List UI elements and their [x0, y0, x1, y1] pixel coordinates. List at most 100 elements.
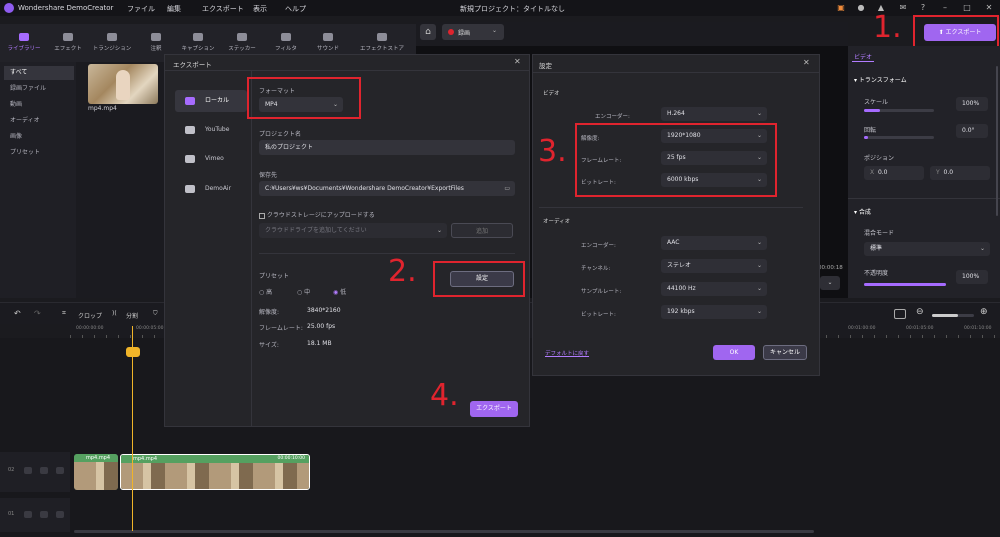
- preset-high-radio[interactable]: ○ 高: [259, 287, 272, 296]
- channel-select[interactable]: ステレオ ⌄: [661, 259, 767, 273]
- side-item-recordings[interactable]: 録画ファイル: [4, 82, 74, 96]
- eye-icon[interactable]: [40, 467, 48, 474]
- preset-low-radio[interactable]: ◉ 低: [333, 287, 346, 296]
- save-path-input[interactable]: C:¥Users¥ws¥Documents¥Wondershare DemoCr…: [259, 181, 515, 196]
- position-x-field[interactable]: X 0.0: [864, 166, 924, 180]
- side-item-audio[interactable]: オーディオ: [4, 114, 74, 128]
- folder-icon[interactable]: ▭: [504, 181, 510, 196]
- lock-icon[interactable]: [24, 467, 32, 474]
- scale-value[interactable]: 100%: [956, 97, 988, 111]
- opacity-slider[interactable]: [864, 283, 946, 286]
- speaker-icon[interactable]: [56, 511, 64, 518]
- playhead-handle[interactable]: [126, 347, 140, 357]
- reset-default-link[interactable]: デフォルトに戻す: [545, 349, 589, 357]
- tab-library[interactable]: ライブラリー: [2, 24, 46, 62]
- annotation-icon: [151, 33, 161, 41]
- app-title: Wondershare DemoCreator: [18, 4, 114, 12]
- title-bar: Wondershare DemoCreator ファイル 編集 エクスポート 表…: [0, 0, 1000, 16]
- annotation-2: 2.: [388, 254, 417, 289]
- account-icon[interactable]: ●: [856, 3, 866, 13]
- close-icon[interactable]: ✕: [514, 57, 521, 66]
- video-encoder-select[interactable]: H.264 ⌄: [661, 107, 767, 121]
- record-button[interactable]: 録画 ⌄: [442, 24, 504, 40]
- rotate-slider[interactable]: [864, 136, 934, 139]
- close-icon[interactable]: ✕: [803, 58, 810, 67]
- lock-icon[interactable]: [24, 511, 32, 518]
- opacity-value[interactable]: 100%: [956, 270, 988, 284]
- timeline-clip-1[interactable]: mp4.mp4: [74, 454, 118, 490]
- side-item-presets[interactable]: プリセット: [4, 146, 74, 160]
- tab-video-props[interactable]: ビデオ: [854, 52, 872, 61]
- media-name: mp4.mp4: [88, 105, 117, 112]
- blend-mode-select[interactable]: 標準 ⌄: [864, 242, 990, 256]
- media-thumbnail[interactable]: [88, 64, 158, 104]
- transform-header[interactable]: ▾ トランスフォーム: [854, 75, 907, 84]
- annotation-box-format: [247, 77, 361, 119]
- audio-encoder-select[interactable]: AAC ⌄: [661, 236, 767, 250]
- tab-transitions[interactable]: トランジション: [90, 24, 134, 62]
- side-item-all[interactable]: すべて: [4, 66, 74, 80]
- minimize-icon[interactable]: –: [940, 3, 950, 13]
- menu-file[interactable]: ファイル: [127, 4, 155, 14]
- app-logo-icon: [4, 3, 14, 13]
- fit-timeline-icon[interactable]: [894, 309, 906, 319]
- side-item-video[interactable]: 動画: [4, 98, 74, 112]
- menu-help[interactable]: ヘルプ: [285, 4, 306, 14]
- menu-export[interactable]: エクスポート: [202, 4, 244, 14]
- close-icon[interactable]: ✕: [984, 3, 994, 13]
- video-section-header: ビデオ: [543, 91, 560, 97]
- cart-icon[interactable]: ▣: [836, 3, 846, 13]
- preview-fit-dropdown[interactable]: ⌄: [820, 276, 840, 290]
- ok-button[interactable]: OK: [713, 345, 755, 360]
- zoom-in-icon[interactable]: ⊕: [980, 307, 988, 317]
- scale-slider[interactable]: [864, 109, 934, 112]
- export-button[interactable]: エクスポート: [470, 401, 518, 417]
- nav-youtube[interactable]: YouTube: [175, 119, 247, 141]
- split-button[interactable]: 分割: [126, 311, 138, 320]
- add-cloud-button[interactable]: 追加: [451, 223, 513, 238]
- audio-encoder-label: エンコーダー:: [581, 243, 616, 249]
- zoom-slider[interactable]: [932, 314, 974, 317]
- composite-header[interactable]: ▾ 合成: [854, 207, 871, 216]
- redo-icon[interactable]: ↷: [34, 309, 41, 318]
- ruler-tick: 00:00:00:00: [76, 326, 104, 331]
- preset-label: プリセット: [259, 273, 290, 280]
- marker-icon[interactable]: ⛉: [153, 310, 158, 318]
- preset-medium-radio[interactable]: ○ 中: [297, 287, 310, 296]
- crop-button[interactable]: クロップ: [78, 311, 102, 320]
- zoom-out-icon[interactable]: ⊖: [916, 307, 924, 317]
- menu-view[interactable]: 表示: [253, 4, 267, 14]
- timeline-clip-2[interactable]: mp4.mp4 00:00:10:00: [120, 454, 310, 490]
- audio-bitrate-select[interactable]: 192 kbps ⌄: [661, 305, 767, 319]
- chevron-down-icon: ⌄: [756, 262, 762, 269]
- split-icon[interactable]: )(: [112, 310, 117, 317]
- position-y-field[interactable]: Y 0.0: [930, 166, 990, 180]
- tab-effects[interactable]: エフェクト: [46, 24, 90, 62]
- track-2-header: 02: [0, 452, 70, 492]
- eye-icon[interactable]: [40, 511, 48, 518]
- position-label: ポジション: [864, 155, 895, 162]
- audio-section-header: オーディオ: [543, 219, 571, 225]
- crop-icon[interactable]: ⌗: [62, 309, 66, 318]
- youtube-icon: [185, 126, 195, 134]
- maximize-icon[interactable]: □: [962, 3, 972, 13]
- cloud-drive-select[interactable]: クラウドドライブを追加してください ⌄: [259, 223, 447, 238]
- rotate-value[interactable]: 0.0°: [956, 124, 988, 138]
- tab-underline: [852, 61, 874, 62]
- speaker-icon[interactable]: [56, 467, 64, 474]
- ruler-tick: 00:01:00:00: [848, 326, 876, 331]
- home-icon[interactable]: ⌂: [420, 24, 436, 40]
- props-scrollbar[interactable]: [996, 66, 998, 216]
- undo-icon[interactable]: ↶: [14, 309, 21, 318]
- help-icon[interactable]: ?: [918, 3, 928, 13]
- menu-edit[interactable]: 編集: [167, 4, 181, 14]
- sample-rate-select[interactable]: 44100 Hz ⌄: [661, 282, 767, 296]
- side-item-image[interactable]: 画像: [4, 130, 74, 144]
- project-name-input[interactable]: 私のプロジェクト: [259, 140, 515, 155]
- timeline-scrollbar[interactable]: [74, 530, 814, 533]
- cloud-upload-checkbox[interactable]: クラウドストレージにアップロードする: [259, 210, 375, 219]
- nav-vimeo[interactable]: Vimeo: [175, 148, 247, 170]
- nav-local[interactable]: ローカル: [175, 90, 247, 112]
- nav-demoair[interactable]: DemoAir: [175, 178, 247, 200]
- cancel-button[interactable]: キャンセル: [763, 345, 807, 360]
